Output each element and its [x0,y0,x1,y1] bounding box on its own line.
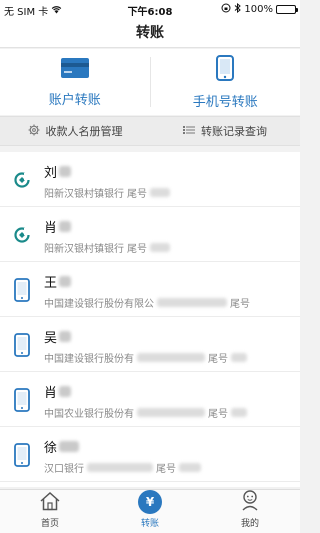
tab-transfer-label: 转账 [140,519,159,529]
home-icon [39,491,61,514]
status-bar: 无 SIM 卡 下午6:08 100% [0,0,300,18]
bank-card-icon [60,57,90,83]
yen-icon: ¥ [138,490,162,514]
tail-label: 尾号 [208,354,228,365]
tab-home-label: 首页 [40,519,59,529]
tab-mine-label: 我的 [240,519,259,529]
user-icon [240,489,260,514]
transfer-history-button[interactable]: 转账记录查询 [150,123,300,139]
bank-logo-icon [0,207,44,262]
sub-actions: 收款人名册管理 转账记录查询 [0,116,300,146]
payee-bank: 中国建设银行股份有限公 [44,299,154,310]
battery-icon [276,5,298,14]
tail-label: 尾号 [156,464,176,475]
lock-rotation-icon [221,3,231,16]
payee-name: 肖 [44,221,58,236]
payee-name: 吴 [44,331,58,346]
masked-account-tail [150,188,170,197]
phone-icon [0,317,44,372]
gear-icon [28,124,40,139]
battery-percent: 100% [244,4,273,15]
page-title: 转账 [136,25,164,41]
masked-name [59,386,72,397]
payee-name: 肖 [44,386,58,401]
payee-bank: 中国农业银行股份有 [44,409,134,420]
payee-management-label: 收款人名册管理 [45,125,123,138]
masked-name [59,331,72,342]
payee-item[interactable]: 肖 中国农业银行股份有 尾号 [0,372,300,427]
status-right: 100% [221,2,298,16]
bank-logo-icon [0,152,44,207]
masked-bank-suffix [137,353,205,362]
masked-name [59,166,72,177]
tab-mine[interactable]: 我的 [200,490,300,533]
masked-bank-suffix [157,298,227,307]
transfer-options: 账户转账 手机号转账 [0,49,300,115]
masked-bank-suffix [87,463,153,472]
payee-bank: 中国建设银行股份有 [44,354,134,365]
account-transfer-label: 账户转账 [48,92,101,108]
phone-transfer-button[interactable]: 手机号转账 [151,49,301,115]
masked-account-tail [231,408,247,417]
masked-account-tail [150,243,170,252]
tail-label: 尾号 [208,409,228,420]
nav-bar: 转账 [0,18,300,48]
payee-name: 徐 [44,441,58,456]
phone-icon [0,372,44,427]
payee-bank: 阳新汉银村镇银行 [44,189,124,200]
payee-item[interactable]: 肖 阳新汉银村镇银行 尾号 [0,207,300,262]
payee-name: 王 [44,276,58,291]
tab-bar: 首页 ¥ 转账 我的 [0,489,300,533]
payee-item[interactable]: 吴 中国建设银行股份有 尾号 [0,317,300,372]
bluetooth-icon [234,2,242,16]
tail-label: 尾号 [230,299,250,310]
masked-bank-suffix [137,408,205,417]
payee-item[interactable]: 刘 阳新汉银村镇银行 尾号 [0,152,300,207]
masked-account-tail [179,463,201,472]
account-transfer-button[interactable]: 账户转账 [0,49,150,115]
tab-home[interactable]: 首页 [0,490,100,533]
payee-item[interactable]: 徐 汉口银行 尾号 [0,427,300,482]
phone-icon [215,54,235,85]
phone-transfer-label: 手机号转账 [192,94,258,110]
payee-item[interactable]: 王 中国建设银行股份有限公 尾号 [0,262,300,317]
tail-label: 尾号 [127,189,147,200]
list-icon [183,125,195,138]
tab-transfer[interactable]: ¥ 转账 [100,490,200,533]
payee-management-button[interactable]: 收款人名册管理 [0,123,150,139]
masked-name [59,221,72,232]
payee-name: 刘 [44,166,58,181]
tail-label: 尾号 [127,244,147,255]
phone-icon [0,427,44,482]
payee-bank: 汉口银行 [44,464,84,475]
masked-account-tail [231,353,247,362]
masked-name [59,276,72,287]
payee-bank: 阳新汉银村镇银行 [44,244,124,255]
masked-name [59,441,80,452]
payee-list: 刘 阳新汉银村镇银行 尾号 肖 阳新汉银村镇银行 尾号 王 中国建设银行股份有限公尾… [0,152,300,487]
phone-icon [0,262,44,317]
transfer-history-label: 转账记录查询 [201,125,267,138]
